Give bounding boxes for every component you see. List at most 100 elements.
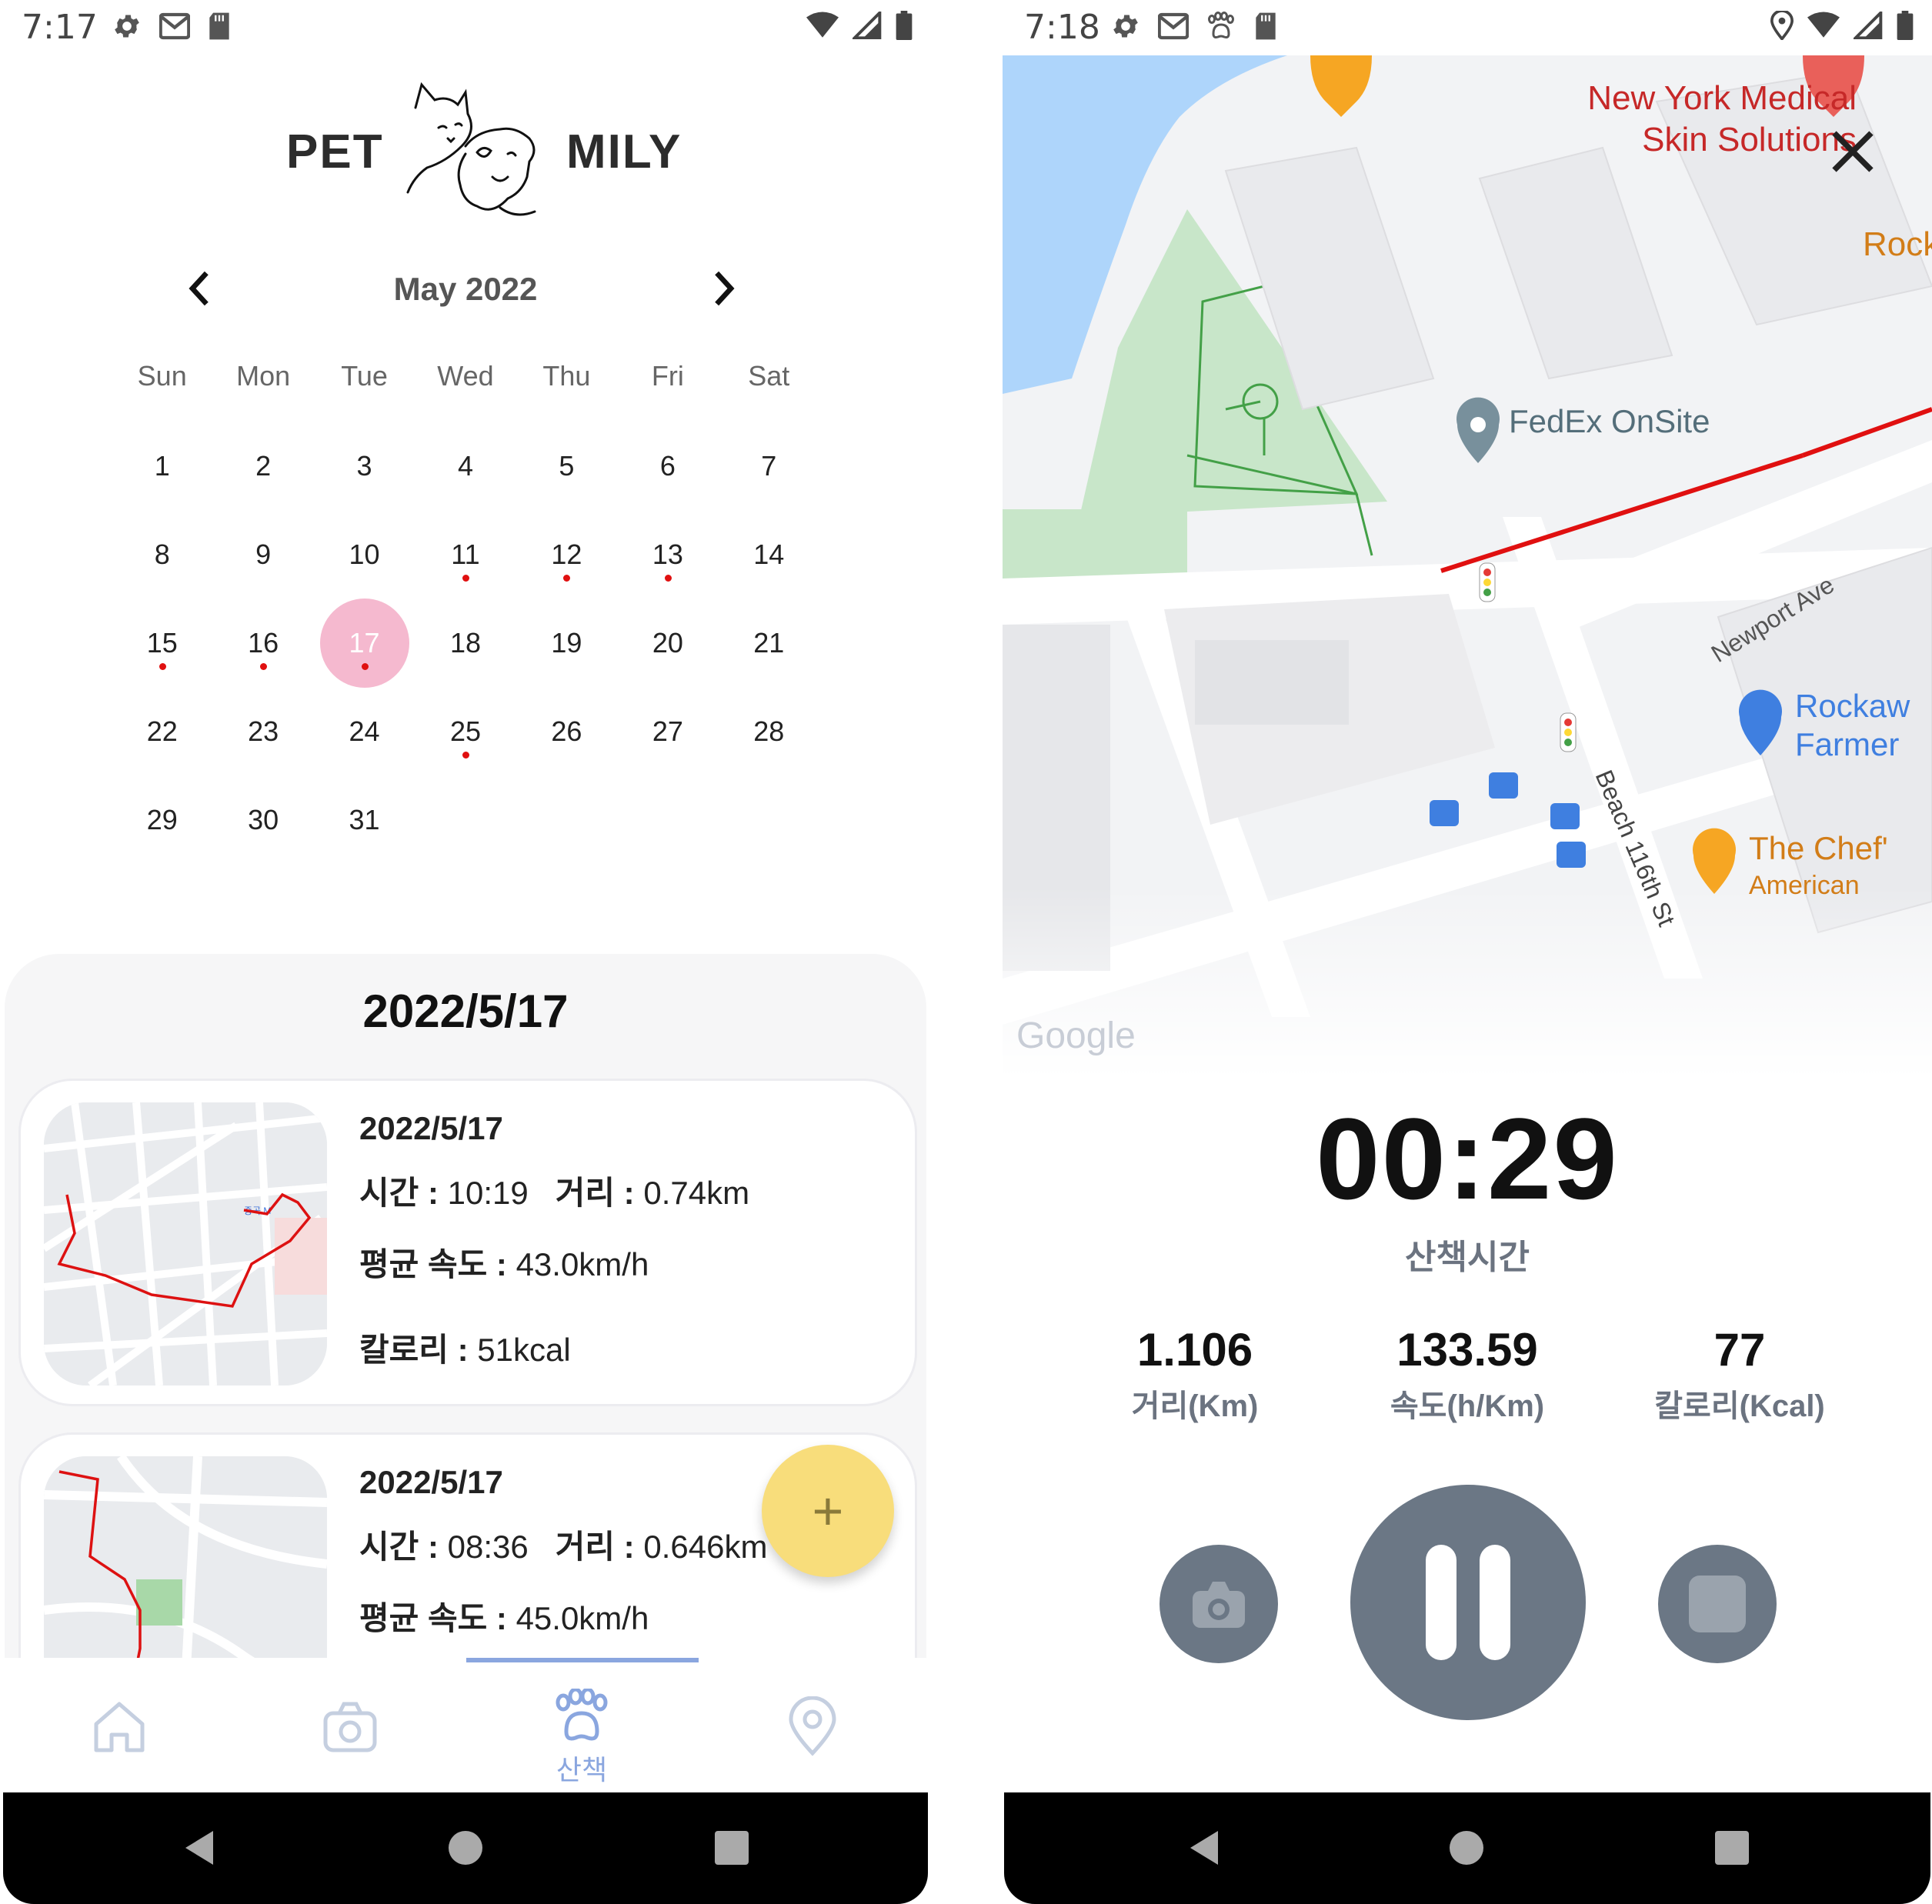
gear-icon — [115, 15, 139, 38]
calendar-day[interactable]: 10 — [314, 516, 415, 605]
nav-home[interactable] — [81, 1696, 158, 1781]
calendar-day-number: 22 — [146, 715, 178, 747]
calendar-day[interactable]: 12 — [516, 516, 617, 605]
speed-label: 평균 속도 : — [359, 1246, 507, 1282]
system-home-button[interactable] — [419, 1792, 512, 1904]
calendar-day[interactable]: 11 — [415, 516, 516, 605]
calendar-day[interactable]: 14 — [719, 516, 819, 605]
walk-record-card[interactable]: 중곡 M 2022/5/17 시간 : 10:19 거리 : 0.74km 평균… — [18, 1079, 917, 1406]
mail-icon — [159, 12, 190, 40]
paw-notification-icon — [1208, 12, 1234, 38]
stat-speed: 133.59 속도(h/Km) — [1352, 1323, 1583, 1425]
calendar-day[interactable]: 23 — [212, 693, 313, 782]
calendar-day[interactable]: 15 — [112, 605, 212, 693]
calendar-day[interactable]: 22 — [112, 693, 212, 782]
stat-distance: 1.106 거리(Km) — [1079, 1323, 1310, 1425]
calendar-day[interactable]: 24 — [314, 693, 415, 782]
calendar-day[interactable]: 18 — [415, 605, 516, 693]
calendar-day[interactable]: 28 — [719, 693, 819, 782]
walk-map[interactable]: Skin Solutions New York Medical Rockaw F… — [1003, 55, 1932, 1079]
close-map-button[interactable] — [1818, 117, 1887, 186]
pause-button[interactable] — [1350, 1485, 1586, 1720]
bottom-nav: 산책 — [0, 1658, 931, 1790]
wifi-icon — [1807, 12, 1840, 38]
calendar-day-number: 31 — [349, 804, 380, 835]
next-month-button[interactable] — [708, 269, 746, 315]
record-date: 2022/5/17 — [359, 1464, 503, 1500]
calendar-day[interactable]: 6 — [617, 428, 718, 516]
status-icons-left — [112, 11, 232, 42]
walk-indicator-dot — [664, 575, 672, 582]
time-label: 시간 : — [359, 1175, 439, 1211]
calendar-month-label: May 2022 — [393, 271, 538, 307]
calendar-day[interactable]: 4 — [415, 428, 516, 516]
walk-indicator-dot — [158, 663, 166, 670]
calendar-day[interactable]: 7 — [719, 428, 819, 516]
calendar-day-number: 20 — [652, 627, 683, 659]
calendar-day[interactable]: 25 — [415, 693, 516, 782]
walk-indicator-dot — [563, 575, 571, 582]
stat-calories-value: 77 — [1713, 1324, 1766, 1375]
calendar-day-number: 27 — [652, 715, 683, 747]
stat-distance-value: 1.106 — [1136, 1324, 1253, 1375]
speed-value: 45.0km/h — [516, 1600, 649, 1636]
calendar-day[interactable]: 27 — [617, 693, 718, 782]
calendar-day[interactable]: 19 — [516, 605, 617, 693]
stop-button[interactable] — [1658, 1545, 1777, 1663]
calendar-day-selected[interactable]: 17 — [314, 599, 415, 693]
right-screen: 7:18 Skin Solutions New York Medical Roc… — [1003, 0, 1932, 1904]
calendar-day-number: 18 — [449, 627, 482, 659]
system-recents-button[interactable] — [686, 1792, 778, 1904]
calendar-day[interactable]: 29 — [112, 782, 212, 870]
nav-walk-label: 산책 — [556, 1754, 608, 1786]
calendar-day-number: 15 — [146, 627, 178, 659]
record-calories: 칼로리 : 51kcal — [359, 1324, 749, 1371]
calendar-day[interactable]: 20 — [617, 605, 718, 693]
system-home-button[interactable] — [1420, 1792, 1513, 1904]
calendar-day[interactable]: 13 — [617, 516, 718, 605]
calendar-day-number: 3 — [356, 450, 372, 482]
speed-label: 평균 속도 : — [359, 1600, 507, 1636]
calendar-day[interactable]: 26 — [516, 693, 617, 782]
paw-icon — [556, 1687, 608, 1741]
calories-value: 51kcal — [477, 1332, 571, 1368]
calendar-day[interactable]: 30 — [212, 782, 313, 870]
calendar-day-number: 11 — [451, 539, 480, 570]
system-back-button[interactable] — [153, 1792, 245, 1904]
calendar-day[interactable]: 2 — [212, 428, 313, 516]
walk-timer-label: 산책시간 — [1405, 1239, 1530, 1276]
calendar-day-number: 10 — [349, 539, 380, 570]
calendar-day[interactable]: 16 — [212, 605, 313, 693]
calendar-day[interactable]: 21 — [719, 605, 819, 693]
location-pin-icon — [789, 1696, 836, 1756]
signal-icon — [853, 12, 882, 39]
map-label-rockaway-top: Rockaw — [1863, 225, 1932, 263]
add-walk-button[interactable]: + — [762, 1445, 894, 1577]
calories-label: 칼로리 : — [359, 1332, 469, 1368]
nav-location[interactable] — [774, 1696, 851, 1781]
stat-calories: 77 칼로리(Kcal) — [1624, 1323, 1855, 1425]
recents-square-icon — [1715, 1831, 1749, 1865]
calendar-days-grid: 1 2 3 4 5 6 7 8 9 10 11 12 13 14 15 16 17 18 19 20 21 22 23 24 2… — [112, 428, 819, 870]
calendar-day[interactable]: 5 — [516, 428, 617, 516]
nav-walk[interactable]: 산책 — [543, 1687, 620, 1786]
status-icons-right — [806, 11, 913, 40]
calendar-day[interactable]: 3 — [314, 428, 415, 516]
distance-value: 0.74km — [643, 1175, 750, 1211]
pause-icon — [1426, 1545, 1510, 1660]
calendar-day[interactable]: 1 — [112, 428, 212, 516]
status-bar: 7:18 — [1003, 0, 1932, 55]
system-recents-button[interactable] — [1686, 1792, 1778, 1904]
system-nav-bar — [3, 1792, 928, 1904]
stat-speed-value: 133.59 — [1396, 1324, 1538, 1375]
calendar-day[interactable]: 31 — [314, 782, 415, 870]
system-back-button[interactable] — [1158, 1792, 1250, 1904]
calendar-day[interactable]: 8 — [112, 516, 212, 605]
nav-camera[interactable] — [312, 1696, 389, 1781]
calendar-day-number: 12 — [551, 539, 582, 570]
weekday-label: Sat — [748, 360, 790, 392]
calendar-day[interactable]: 9 — [212, 516, 313, 605]
speed-value: 43.0km/h — [516, 1246, 649, 1282]
photo-button[interactable] — [1160, 1545, 1278, 1663]
calendar-day-number: 29 — [146, 804, 178, 835]
